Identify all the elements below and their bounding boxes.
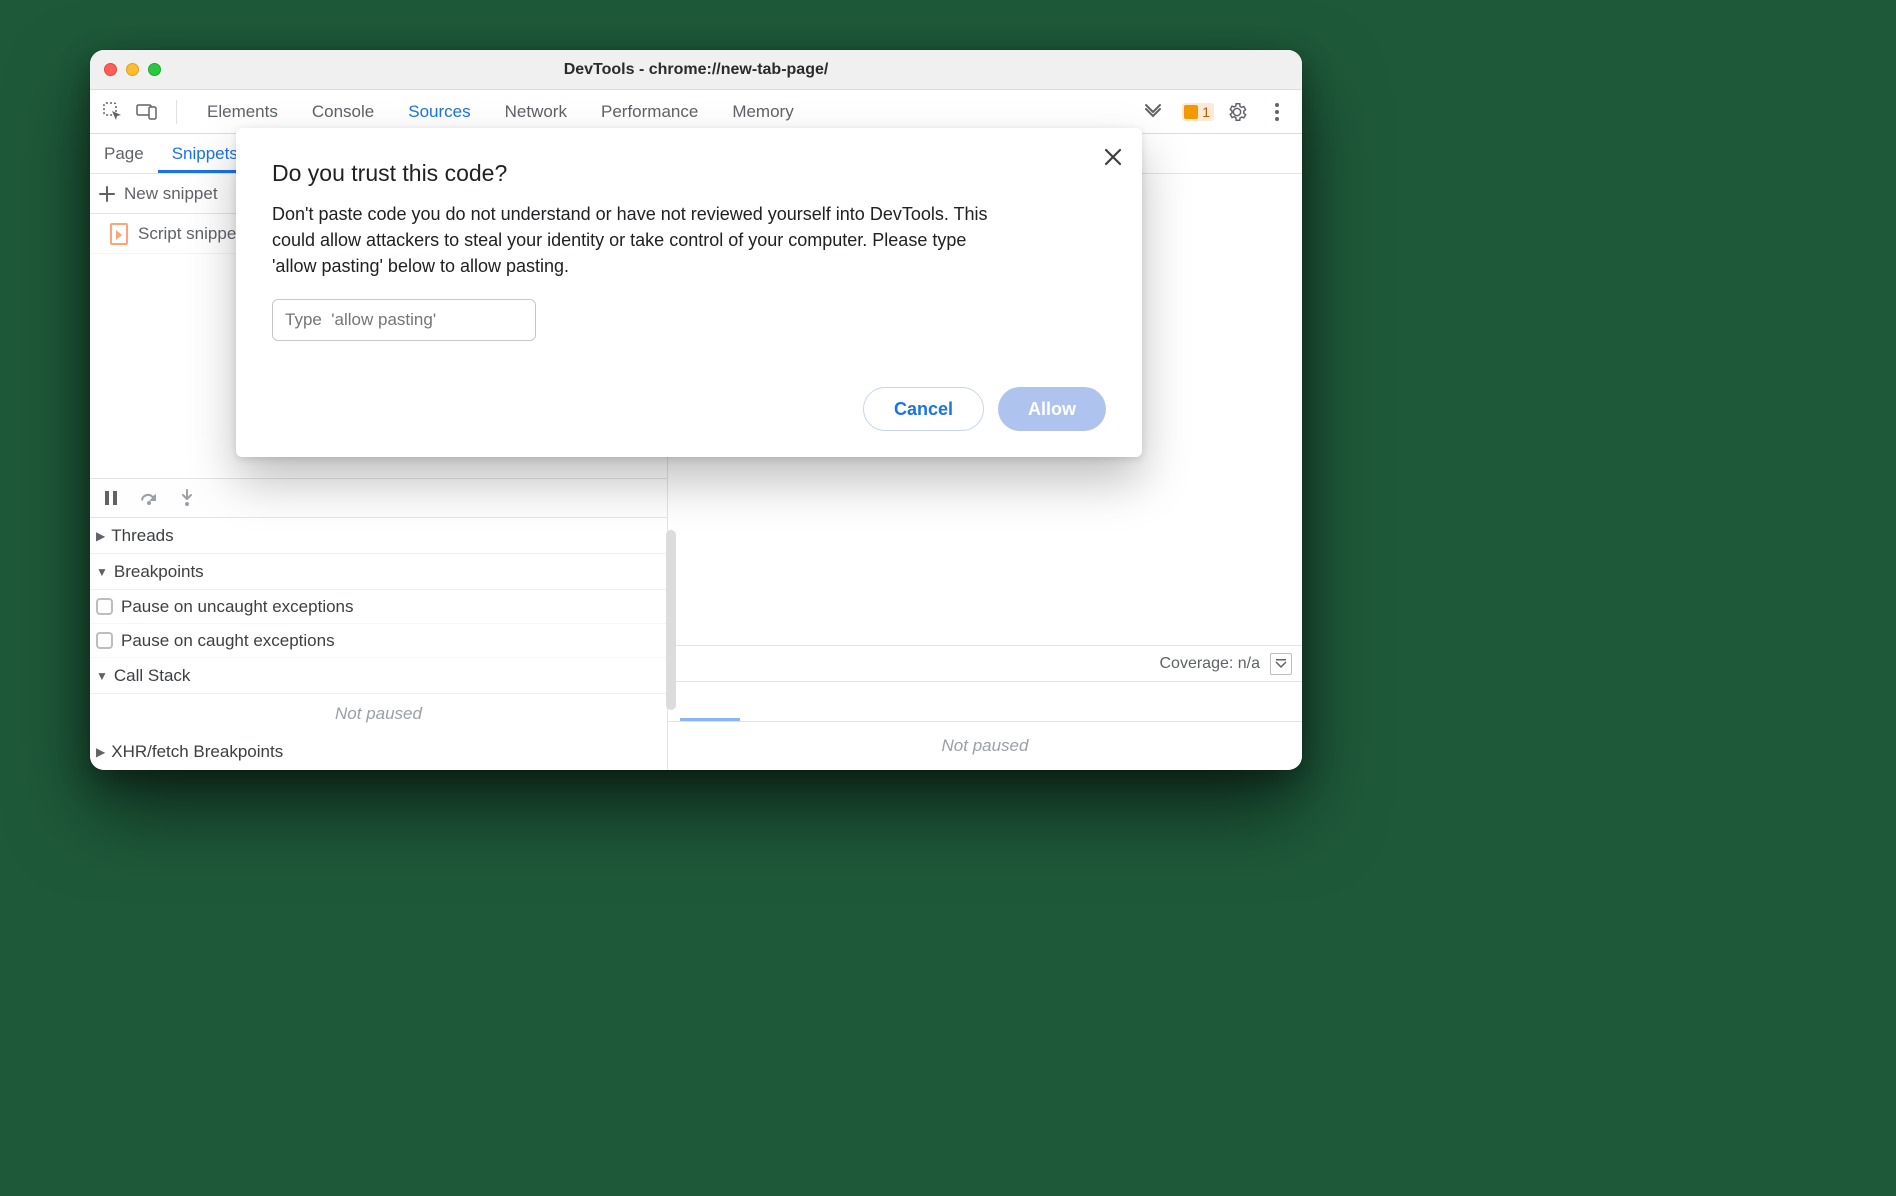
tab-network[interactable]: Network [503,92,569,132]
dialog-body: Don't paste code you do not understand o… [272,201,1012,279]
cancel-button[interactable]: Cancel [863,387,984,431]
dialog-close-button[interactable] [1098,142,1128,172]
snippet-file-label: Script snippet [138,224,241,244]
tab-memory[interactable]: Memory [730,92,795,132]
tab-sources[interactable]: Sources [406,92,472,132]
step-over-icon[interactable] [138,487,160,509]
scope-tab-indicator [680,718,740,721]
titlebar: DevTools - chrome://new-tab-page/ [90,50,1302,90]
window-maximize-button[interactable] [148,63,161,76]
coverage-toggle[interactable] [1270,653,1292,675]
call-stack-label: Call Stack [114,666,191,686]
chevron-down-icon: ▼ [96,669,108,683]
devtools-window: DevTools - chrome://new-tab-page/ Elemen… [90,50,1302,770]
main-tabs: Elements Console Sources Network Perform… [205,92,1132,132]
tab-elements[interactable]: Elements [205,92,280,132]
breakpoints-label: Breakpoints [114,562,204,582]
breakpoints-section[interactable]: ▼ Breakpoints [90,554,667,590]
pause-caught-label: Pause on caught exceptions [121,631,335,651]
chevron-down-icon: ▼ [96,565,108,579]
step-into-icon[interactable] [176,487,198,509]
toolbar-divider [176,100,177,124]
warning-icon [1184,105,1198,119]
chevron-right-icon: ▶ [96,529,105,543]
close-icon [1104,148,1122,166]
right-not-paused: Not paused [668,722,1302,770]
warning-count: 1 [1202,104,1210,120]
device-toolbar-icon[interactable] [132,97,162,127]
checkbox-caught[interactable] [96,632,113,649]
gear-icon [1226,101,1248,123]
snippet-file-icon [110,223,128,245]
threads-label: Threads [111,526,173,546]
checkbox-uncaught[interactable] [96,598,113,615]
right-debug-area: Not paused [668,681,1302,770]
pause-uncaught-label: Pause on uncaught exceptions [121,597,354,617]
window-title: DevTools - chrome://new-tab-page/ [90,61,1302,79]
plus-icon [98,185,116,203]
dialog-actions: Cancel Allow [272,387,1106,431]
warnings-badge[interactable]: 1 [1182,103,1214,121]
threads-section[interactable]: ▶ Threads [90,518,667,554]
settings-button[interactable] [1220,95,1254,129]
inspect-element-icon[interactable] [98,97,128,127]
new-snippet-label: New snippet [124,184,218,204]
pause-caught-row[interactable]: Pause on caught exceptions [90,624,667,658]
trust-code-dialog: Do you trust this code? Don't paste code… [236,128,1142,457]
kebab-icon [1274,102,1280,122]
call-stack-section[interactable]: ▼ Call Stack [90,658,667,694]
pause-uncaught-row[interactable]: Pause on uncaught exceptions [90,590,667,624]
tab-performance[interactable]: Performance [599,92,700,132]
xhr-breakpoints-label: XHR/fetch Breakpoints [111,742,283,762]
subtab-page[interactable]: Page [90,135,158,173]
dialog-title: Do you trust this code? [272,160,1106,187]
more-tabs-button[interactable] [1132,101,1174,123]
allow-button[interactable]: Allow [998,387,1106,431]
more-options-button[interactable] [1260,95,1294,129]
window-close-button[interactable] [104,63,117,76]
scrollbar-thumb[interactable] [666,530,676,710]
editor-footer: Coverage: n/a [668,645,1302,681]
debugger-controls [90,478,667,518]
coverage-label: Coverage: n/a [1159,655,1260,673]
pause-icon[interactable] [100,487,122,509]
tab-console[interactable]: Console [310,92,376,132]
xhr-breakpoints-section[interactable]: ▶ XHR/fetch Breakpoints [90,734,667,770]
call-stack-not-paused: Not paused [90,694,667,734]
window-minimize-button[interactable] [126,63,139,76]
allow-pasting-input[interactable] [272,299,536,341]
traffic-lights [90,63,161,76]
chevron-right-icon: ▶ [96,745,105,759]
